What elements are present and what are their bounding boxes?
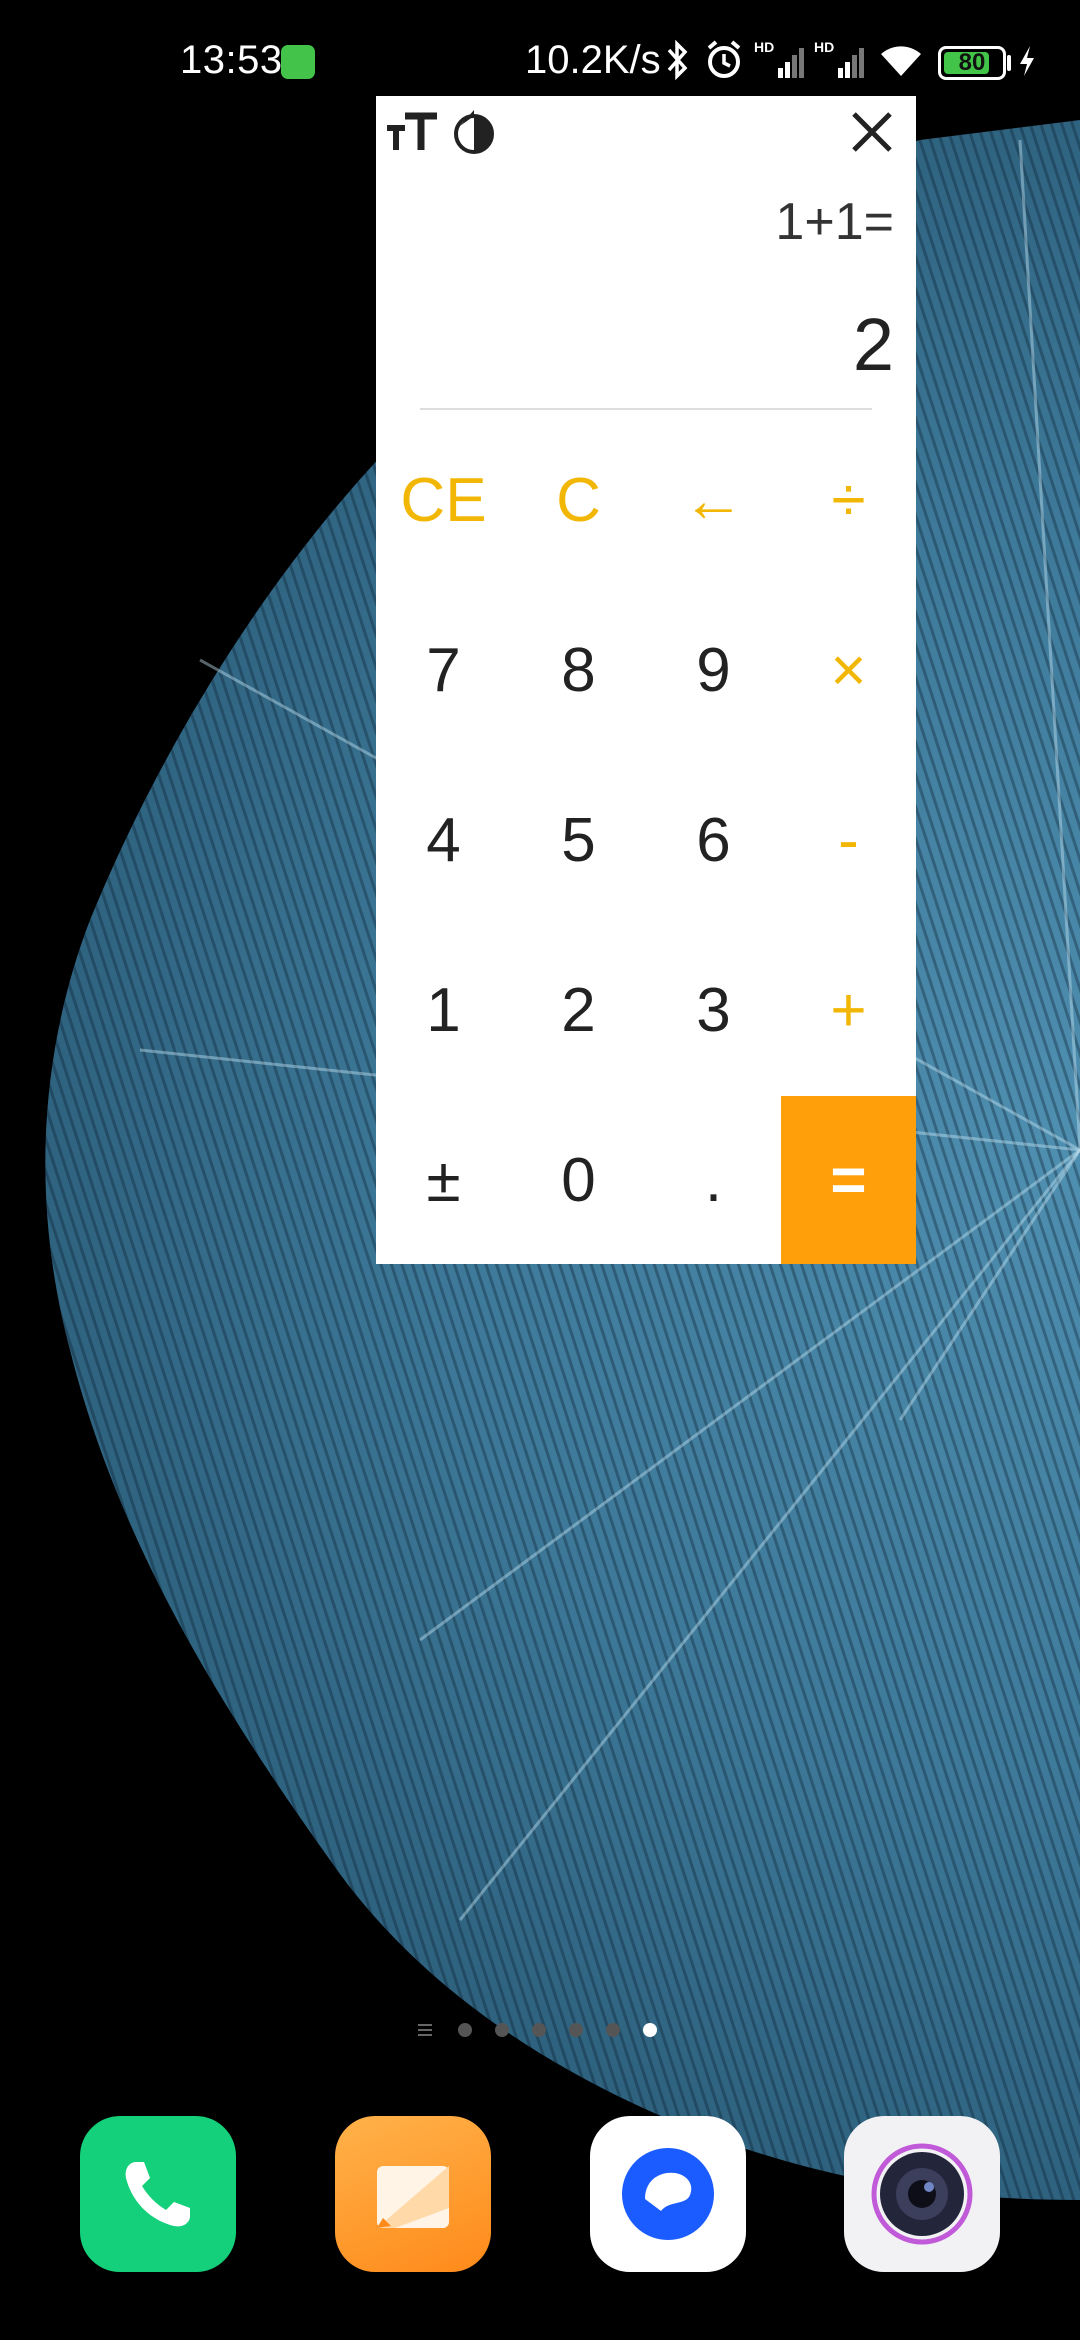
battery-icon: 80: [938, 46, 1006, 80]
camera-app-icon[interactable]: [844, 2116, 1000, 2272]
digit-5-button[interactable]: 5: [511, 756, 646, 924]
digit-3-button[interactable]: 3: [646, 926, 781, 1094]
backspace-button[interactable]: ←: [646, 416, 781, 584]
phone-app-icon[interactable]: [80, 2116, 236, 2272]
minus-button[interactable]: -: [781, 756, 916, 924]
result-display: 2: [852, 303, 894, 386]
signal-hd-icon: HD: [754, 39, 804, 78]
charging-icon: [1020, 46, 1034, 76]
display-divider: [420, 408, 872, 410]
close-icon[interactable]: [842, 102, 902, 162]
status-time: 13:53: [180, 38, 283, 82]
contrast-icon[interactable]: [444, 102, 504, 162]
page-dot[interactable]: [532, 2023, 546, 2037]
app-badge-icon: [281, 45, 315, 79]
decimal-point-button[interactable]: .: [646, 1096, 781, 1264]
page-dot[interactable]: [458, 2023, 472, 2037]
digit-1-button[interactable]: 1: [376, 926, 511, 1094]
battery-level: 80: [958, 49, 986, 76]
calculator-toolbar: [376, 96, 916, 168]
signal-hd-icon: HD: [814, 39, 864, 78]
equals-button[interactable]: =: [781, 1096, 916, 1264]
digit-6-button[interactable]: 6: [646, 756, 781, 924]
svg-text:HD: HD: [754, 39, 774, 55]
wifi-icon: [881, 46, 921, 76]
digit-4-button[interactable]: 4: [376, 756, 511, 924]
plus-minus-button[interactable]: ±: [376, 1096, 511, 1264]
clear-button[interactable]: C: [511, 416, 646, 584]
multiply-button[interactable]: ×: [781, 586, 916, 754]
digit-9-button[interactable]: 9: [646, 586, 781, 754]
browser-app-icon[interactable]: [590, 2116, 746, 2272]
svg-text:HD: HD: [814, 39, 834, 55]
clear-entry-button[interactable]: CE: [376, 416, 511, 584]
alarm-icon: [707, 40, 741, 78]
battery-tip: [1007, 55, 1011, 71]
digit-0-button[interactable]: 0: [511, 1096, 646, 1264]
calculator-window: 1+1= 2 CE C ← ÷ 7 8 9 × 4 5 6 - 1 2 3 + …: [376, 96, 916, 1264]
bluetooth-icon: [667, 39, 688, 81]
page-dot[interactable]: [569, 2023, 583, 2037]
expression-display: 1+1=: [775, 193, 894, 251]
network-speed: 10.2K/s: [525, 38, 661, 82]
status-bar: 13:53 10.2K/s HD HD 80: [0, 0, 1080, 90]
digit-2-button[interactable]: 2: [511, 926, 646, 1094]
digit-8-button[interactable]: 8: [511, 586, 646, 754]
page-dot[interactable]: [606, 2023, 620, 2037]
divide-button[interactable]: ÷: [781, 416, 916, 584]
notes-app-icon[interactable]: [335, 2116, 491, 2272]
text-size-icon[interactable]: [382, 102, 442, 162]
list-view-icon[interactable]: [418, 2023, 434, 2037]
plus-button[interactable]: +: [781, 926, 916, 1094]
page-dot[interactable]: [495, 2023, 509, 2037]
page-dot-active[interactable]: [643, 2023, 657, 2037]
digit-7-button[interactable]: 7: [376, 586, 511, 754]
